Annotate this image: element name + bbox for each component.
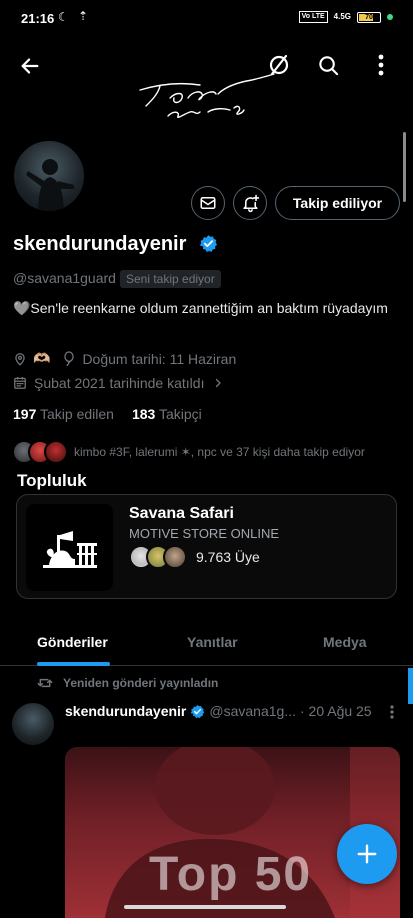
verified-badge-icon (199, 235, 218, 252)
avatar-figure-image (26, 159, 74, 211)
home-indicator[interactable] (124, 905, 286, 909)
edge-accent (408, 668, 413, 704)
followed-by-text: kimbo #3F, lalerumi ✶, npc ve 37 kişi da… (74, 445, 365, 459)
member-avatar (163, 545, 187, 569)
status-right: Vo LTE 4.5G 70 (298, 11, 393, 23)
member-count: 9.763 Üye (196, 549, 260, 565)
search-icon (318, 55, 338, 75)
more-vertical-icon (390, 705, 394, 719)
post-author-avatar[interactable] (12, 703, 54, 745)
calendar-icon (14, 377, 26, 389)
profile-avatar[interactable] (12, 139, 86, 213)
tab-media[interactable]: Medya (323, 634, 367, 650)
media-text: Top 50 (149, 848, 313, 901)
community-logo (26, 504, 113, 591)
more-options-button[interactable] (366, 50, 396, 80)
community-card[interactable]: Savana Safari MOTIVE STORE ONLINE 9.763 … (16, 494, 397, 599)
followers-count: 183 (131, 406, 156, 422)
community-section-title: Topluluk (17, 471, 87, 490)
upload-icon: ⇡ (78, 9, 89, 23)
followers-stat[interactable]: 183 Takipçi (132, 406, 202, 422)
compose-button[interactable] (337, 824, 397, 884)
display-name: skendurundayenir (13, 233, 187, 255)
battery-level: 70 (365, 13, 373, 21)
repost-indicator: Yeniden gönderi yayınladın (37, 676, 218, 690)
followed-by-row[interactable]: kimbo #3F, lalerumi ✶, npc ve 37 kişi da… (12, 440, 365, 464)
following-count: 197 (13, 406, 37, 422)
grok-button[interactable] (264, 50, 294, 80)
plus-icon (357, 844, 377, 864)
post-author-handle: @savana1g... (209, 703, 296, 719)
message-button[interactable] (191, 186, 225, 220)
follow-stats: 197 Takip edilen 183 Takipçi (13, 406, 202, 422)
status-time: 21:16 (21, 11, 55, 26)
post-date: · 20 Ağu 25 (299, 703, 372, 719)
location-text: 🫶🏼 (33, 350, 51, 366)
community-name: Savana Safari (129, 505, 234, 522)
status-bar: 21:16 ☾ ⇡ Vo LTE 4.5G 70 (0, 0, 413, 38)
gate-logo-image (42, 530, 97, 568)
scrollbar-thumb[interactable] (403, 132, 406, 202)
battery-icon: 70 (357, 11, 381, 23)
user-handle: @savana1guard (13, 270, 116, 286)
bell-plus-icon (242, 194, 259, 212)
community-subtitle: MOTIVE STORE ONLINE (129, 526, 280, 541)
search-button[interactable] (313, 50, 343, 80)
follower-avatar (44, 440, 68, 464)
mail-icon (200, 197, 216, 209)
moon-icon: ☾ (58, 10, 69, 24)
verified-badge-icon (191, 704, 205, 718)
following-stat[interactable]: 197 Takip edilen (13, 406, 114, 422)
following-label: Takip edilen (40, 406, 114, 422)
following-button[interactable]: Takip ediliyor (275, 186, 400, 220)
signal-label: 4.5G (333, 12, 351, 21)
followers-label: Takipçi (158, 406, 202, 422)
volte-chip: Vo LTE (298, 11, 328, 23)
more-vertical-icon (378, 54, 384, 76)
location-pin-icon (15, 352, 25, 366)
back-button[interactable] (14, 50, 46, 82)
profile-tabs: Gönderiler Yanıtlar Medya (0, 622, 413, 666)
profile-meta-row-1: 🫶🏼 Doğum tarihi: 11 Haziran (13, 350, 236, 367)
joined-text: Şubat 2021 tarihinde katıldı (34, 375, 205, 391)
notifications-button[interactable] (233, 186, 267, 220)
post-header: skendurundayenir @savana1g... · 20 Ağu 2… (65, 703, 372, 719)
chevron-right-icon (216, 378, 222, 388)
balloon-icon (64, 350, 75, 366)
follows-you-badge: Seni takip ediyor (120, 270, 221, 288)
status-dot (387, 14, 393, 20)
community-members: 9.763 Üye (129, 545, 260, 569)
tab-replies[interactable]: Yanıtlar (187, 634, 238, 650)
repost-icon (37, 678, 53, 688)
active-tab-indicator (37, 662, 110, 666)
profile-bio: 🩶Sen'le reenkarne oldum zannettiğim an b… (13, 300, 388, 316)
tab-posts[interactable]: Gönderiler (37, 634, 108, 650)
post-author-name[interactable]: skendurundayenir (65, 703, 186, 719)
arrow-left-icon (21, 58, 39, 74)
profile-meta-row-2[interactable]: Şubat 2021 tarihinde katıldı (13, 375, 224, 391)
slash-circle-icon (269, 54, 289, 76)
repost-label: Yeniden gönderi yayınladın (63, 676, 219, 690)
post-more-button[interactable] (381, 700, 403, 724)
birthday-text: Doğum tarihi: 11 Haziran (82, 350, 237, 367)
